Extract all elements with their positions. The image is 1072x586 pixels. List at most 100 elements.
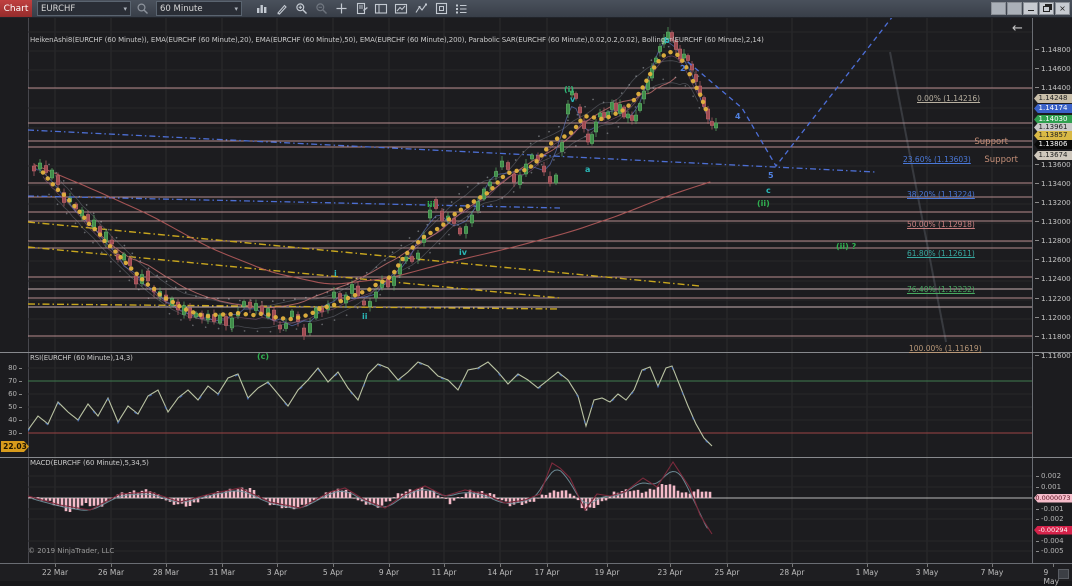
rsi-scale-label: 30 xyxy=(0,429,22,437)
rsi-scale-label: 80 xyxy=(0,364,22,372)
macd-scale-label: 0.001 xyxy=(1036,483,1061,491)
fib-label: 76.40% (1.12232) xyxy=(907,285,975,294)
time-axis-label: 11 Apr xyxy=(432,568,457,577)
restore-icon[interactable] xyxy=(1039,2,1054,15)
time-axis-label: 5 Apr xyxy=(323,568,343,577)
time-axis-tick xyxy=(389,564,390,567)
price-axis[interactable]: 1.148001.146001.144001.136001.134001.132… xyxy=(1032,17,1072,563)
price-tick-label: 1.14600 xyxy=(1035,64,1071,73)
time-axis-tick xyxy=(222,564,223,567)
wave-label: (ii) xyxy=(757,199,770,208)
rsi-value-chip: 22.03 xyxy=(1,441,29,452)
left-gutter xyxy=(0,17,29,563)
price-value-chip: 1.13674 xyxy=(1034,151,1072,160)
chart-area: 1.148001.146001.144001.136001.134001.132… xyxy=(0,17,1072,563)
toolbar: Chart EURCHF ▾ 60 Minute ▾ xyxy=(0,0,1072,18)
chevron-down-icon: ▾ xyxy=(234,5,238,13)
scroll-back-arrow-icon[interactable]: ← xyxy=(1012,21,1023,36)
indicators-list-icon[interactable] xyxy=(452,1,470,16)
instrument-value: EURCHF xyxy=(41,4,75,14)
wave-label: 5 xyxy=(768,171,774,180)
indicator-label: HeikenAshi8(EURCHF (60 Minute)), EMA(EUR… xyxy=(30,36,764,44)
time-axis-label: 3 May xyxy=(916,568,939,577)
time-axis-tick xyxy=(547,564,548,567)
fib-label: 50.00% (1.12918) xyxy=(907,220,975,229)
minimize-icon[interactable] xyxy=(1023,2,1038,15)
time-axis-label: 28 Mar xyxy=(153,568,179,577)
price-tick-label: 1.13600 xyxy=(1035,160,1071,169)
parabolic-sar-dots xyxy=(49,46,702,302)
time-axis-tick xyxy=(727,564,728,567)
fib-label: 0.00% (1.14216) xyxy=(917,94,980,103)
instrument-selector[interactable]: EURCHF ▾ xyxy=(37,1,131,16)
window-button-blank[interactable] xyxy=(1007,2,1022,15)
time-axis-label: 9 May xyxy=(1044,568,1063,586)
price-value-chip: 1.13806 xyxy=(1034,140,1072,149)
time-axis-tick xyxy=(867,564,868,567)
close-icon[interactable]: × xyxy=(1055,2,1070,15)
time-axis-label: 28 Apr xyxy=(780,568,805,577)
data-panel-icon[interactable] xyxy=(372,1,390,16)
macd-scale-label: -0.002 xyxy=(1036,515,1064,523)
price-tick-label: 1.12600 xyxy=(1035,255,1071,264)
price-tick-label: 1.12800 xyxy=(1035,236,1071,245)
panel-separator[interactable] xyxy=(0,457,1072,458)
price-tick-label: 1.13400 xyxy=(1035,179,1071,188)
support-label: Support xyxy=(958,155,1018,165)
rsi-scale-label: 70 xyxy=(0,377,22,385)
zoom-in-icon[interactable] xyxy=(292,1,310,16)
time-axis-label: 9 Apr xyxy=(379,568,399,577)
ema50-line xyxy=(88,77,676,308)
price-tick-label: 1.12200 xyxy=(1035,294,1071,303)
time-axis-tick xyxy=(607,564,608,567)
macd-scale-label: -0.004 xyxy=(1036,537,1064,545)
draw-tool-icon[interactable] xyxy=(272,1,290,16)
time-axis[interactable]: 22 Mar26 Mar28 Mar31 Mar3 Apr5 Apr9 Apr1… xyxy=(0,563,1072,581)
support-label: Support xyxy=(948,137,1008,147)
price-value-chip: 1.13857 xyxy=(1034,131,1072,140)
rsi-scale-label: 40 xyxy=(0,416,22,424)
interval-selector[interactable]: 60 Minute ▾ xyxy=(156,1,242,16)
chart-tab[interactable]: Chart xyxy=(0,0,32,17)
time-axis-label: 31 Mar xyxy=(209,568,235,577)
time-axis-tick xyxy=(792,564,793,567)
time-axis-label: 1 May xyxy=(856,568,879,577)
wave-label: v xyxy=(570,95,575,104)
time-axis-tick xyxy=(992,564,993,567)
time-axis-tick xyxy=(166,564,167,567)
macd-scale-label: -0.001 xyxy=(1036,505,1064,513)
wave-label: c xyxy=(766,186,771,195)
macd-scale-label: -0.005 xyxy=(1036,547,1064,555)
time-axis-tick xyxy=(444,564,445,567)
time-axis-tick xyxy=(1053,564,1054,567)
time-axis-label: 26 Mar xyxy=(98,568,124,577)
trend-channel-icon[interactable] xyxy=(412,1,430,16)
indicator-settings-icon[interactable] xyxy=(432,1,450,16)
wave-label: (i) xyxy=(564,85,574,94)
chart-window-icon[interactable] xyxy=(392,1,410,16)
rsi-scale-label: 60 xyxy=(0,390,22,398)
time-axis-label: 22 Mar xyxy=(42,568,68,577)
chart-canvas[interactable] xyxy=(28,17,1032,563)
crosshair-plus-icon[interactable] xyxy=(332,1,350,16)
time-axis-tick xyxy=(500,564,501,567)
price-tick-label: 1.14800 xyxy=(1035,45,1071,54)
wave-label: ii xyxy=(362,312,367,321)
price-tick-label: 1.13000 xyxy=(1035,217,1071,226)
time-axis-tick xyxy=(333,564,334,567)
time-axis-tick xyxy=(927,564,928,567)
chart-properties-icon[interactable] xyxy=(352,1,370,16)
price-tick-label: 1.12400 xyxy=(1035,274,1071,283)
macd-scale-label: 0.002 xyxy=(1036,472,1061,480)
wave-label: 2 xyxy=(680,64,686,73)
macd-value-chip: -0.00294 xyxy=(1034,526,1072,535)
fib-label: 38.20% (1.13224) xyxy=(907,190,975,199)
time-axis-label: 17 Apr xyxy=(535,568,560,577)
search-icon[interactable] xyxy=(133,1,151,16)
chart-type-icon[interactable] xyxy=(252,1,270,16)
zoom-out-icon[interactable] xyxy=(312,1,330,16)
time-axis-label: 19 Apr xyxy=(595,568,620,577)
window-button-blank[interactable] xyxy=(991,2,1006,15)
time-axis-label: 25 Apr xyxy=(715,568,740,577)
time-axis-label: 14 Apr xyxy=(488,568,513,577)
